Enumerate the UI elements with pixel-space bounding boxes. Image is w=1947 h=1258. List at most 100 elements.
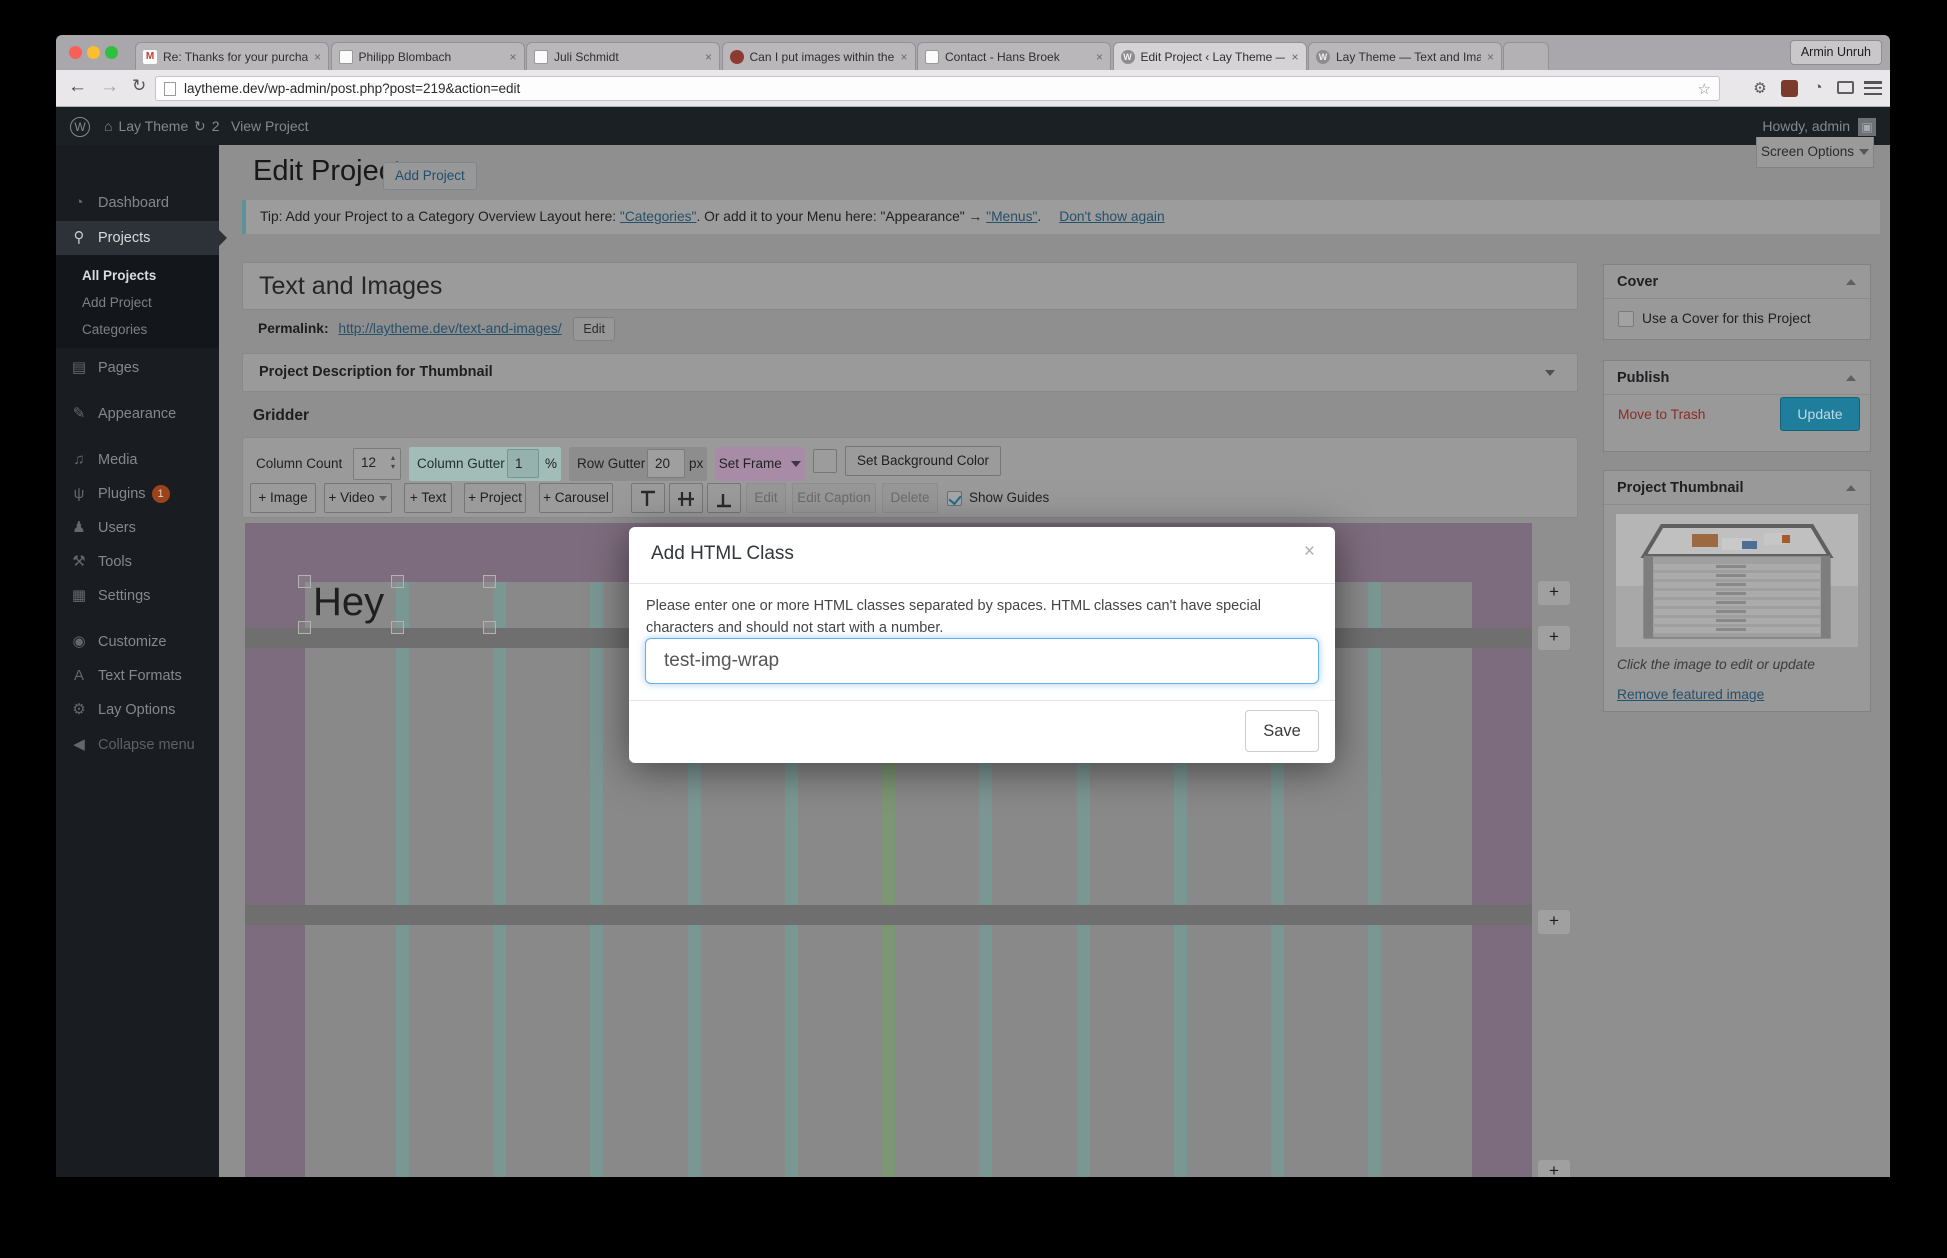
sidebar-item-add-project[interactable]: Add Project — [56, 288, 219, 318]
add-row-plus-button[interactable]: + — [1538, 626, 1570, 650]
description-panel-header[interactable]: Project Description for Thumbnail — [242, 353, 1578, 392]
forward-icon[interactable]: → — [100, 76, 119, 98]
permalink-edit-button[interactable]: Edit — [573, 317, 615, 341]
publish-panel-header[interactable]: Publish — [1604, 361, 1870, 395]
tab-close-icon[interactable]: × — [1487, 50, 1494, 64]
remove-featured-image-link[interactable]: Remove featured image — [1617, 687, 1764, 702]
update-button[interactable]: Update — [1780, 397, 1860, 431]
selected-text-element[interactable]: Hey — [305, 582, 490, 628]
browser-tab[interactable]: Can I put images within the× — [722, 42, 916, 70]
browser-profile-button[interactable]: Armin Unruh — [1790, 40, 1882, 65]
add-project-element-button[interactable]: + Project — [464, 483, 526, 513]
edit-button[interactable]: Edit — [746, 483, 786, 513]
project-title-input[interactable]: Text and Images — [242, 262, 1578, 310]
add-project-button[interactable]: Add Project — [383, 162, 477, 190]
browser-tab[interactable]: Juli Schmidt× — [526, 42, 720, 70]
column-gutter-input[interactable]: 1 — [507, 449, 539, 478]
gear-extension-icon[interactable]: ⚙ — [1749, 79, 1771, 97]
resize-handle[interactable] — [298, 621, 311, 634]
sidebar-item-pages[interactable]: ▤Pages — [56, 353, 219, 383]
permalink-link[interactable]: http://laytheme.dev/text-and-images/ — [338, 321, 561, 336]
dont-show-again-link[interactable]: Don't show again — [1059, 209, 1164, 224]
tab-close-icon[interactable]: × — [314, 50, 321, 64]
tab-close-icon[interactable]: × — [1096, 50, 1103, 64]
sidebar-item-projects[interactable]: ⚲Projects — [56, 221, 219, 255]
close-window-button[interactable] — [69, 46, 82, 59]
add-carousel-button[interactable]: + Carousel — [539, 483, 613, 513]
sidebar-item-dashboard[interactable]: ◔Dashboard — [56, 188, 219, 218]
cover-panel-header[interactable]: Cover — [1604, 265, 1870, 299]
use-cover-checkbox[interactable] — [1618, 311, 1634, 327]
resize-handle[interactable] — [483, 621, 496, 634]
delete-button[interactable]: Delete — [882, 483, 938, 513]
edit-caption-button[interactable]: Edit Caption — [792, 483, 876, 513]
chrome-menu-icon[interactable] — [1864, 81, 1882, 95]
resize-handle[interactable] — [391, 575, 404, 588]
add-row-plus-button[interactable]: + — [1538, 910, 1570, 934]
sidebar-item-appearance[interactable]: ✎Appearance — [56, 399, 219, 429]
back-icon[interactable]: ← — [68, 76, 87, 98]
tab-close-icon[interactable]: × — [705, 50, 712, 64]
browser-tab[interactable]: WEdit Project ‹ Lay Theme —× — [1113, 42, 1307, 70]
set-frame-button[interactable]: Set Frame — [715, 447, 805, 481]
reload-icon[interactable]: ↻ — [132, 76, 146, 96]
sidebar-item-lay-options[interactable]: ⚙Lay Options — [56, 695, 219, 725]
sidebar-item-collapse-menu[interactable]: ◀Collapse menu — [56, 730, 219, 760]
featured-image[interactable] — [1616, 514, 1858, 647]
admin-bar-site-name[interactable]: ⌂Lay Theme — [104, 107, 188, 145]
align-bottom-icon[interactable] — [707, 483, 741, 513]
tab-close-icon[interactable]: × — [509, 50, 516, 64]
close-icon[interactable]: × — [1304, 541, 1315, 563]
categories-link[interactable]: "Categories" — [620, 209, 697, 224]
row-gutter-input[interactable]: 20 — [647, 449, 685, 478]
add-row-plus-button[interactable]: + — [1538, 581, 1570, 605]
save-button[interactable]: Save — [1245, 710, 1319, 752]
add-text-button[interactable]: + Text — [404, 483, 452, 513]
text-element-content[interactable]: Hey — [313, 580, 384, 625]
sidebar-item-tools[interactable]: ⚒Tools — [56, 547, 219, 577]
url-text[interactable]: laytheme.dev/wp-admin/post.php?post=219&… — [184, 81, 1698, 96]
sidebar-item-categories[interactable]: Categories — [56, 315, 219, 345]
bookmark-star-icon[interactable]: ☆ — [1698, 80, 1711, 98]
set-background-color-button[interactable]: Set Background Color — [845, 446, 1001, 476]
column-count-stepper[interactable]: 12 ▴▾ — [353, 448, 401, 480]
browser-tab[interactable]: WLay Theme — Text and Ima× — [1308, 42, 1502, 70]
add-video-button[interactable]: + Video — [324, 483, 392, 513]
red-extension-icon[interactable] — [1781, 80, 1798, 97]
thumbnail-panel-header[interactable]: Project Thumbnail — [1604, 471, 1870, 505]
minimize-window-button[interactable] — [87, 46, 100, 59]
clock-extension-icon[interactable]: ◔ — [1807, 79, 1829, 96]
address-bar[interactable]: laytheme.dev/wp-admin/post.php?post=219&… — [155, 76, 1720, 101]
html-class-input[interactable]: test-img-wrap — [645, 638, 1319, 684]
browser-tab[interactable]: Philipp Blombach× — [331, 42, 525, 70]
browser-tab[interactable]: MRe: Thanks for your purcha× — [135, 42, 329, 70]
admin-bar-updates[interactable]: ↻2 — [194, 107, 220, 145]
stepper-arrows-icon[interactable]: ▴▾ — [391, 453, 395, 471]
align-middle-icon[interactable] — [669, 483, 703, 513]
sidebar-item-customize[interactable]: ◉Customize — [56, 627, 219, 657]
background-color-swatch[interactable] — [813, 449, 837, 473]
zoom-window-button[interactable] — [105, 46, 118, 59]
window-extension-icon[interactable] — [1837, 81, 1854, 94]
screen-options-button[interactable]: Screen Options — [1756, 137, 1874, 168]
sidebar-item-settings[interactable]: ▦Settings — [56, 581, 219, 611]
tab-close-icon[interactable]: × — [900, 50, 907, 64]
wp-logo-icon[interactable]: W — [70, 107, 90, 145]
align-top-icon[interactable] — [631, 483, 665, 513]
new-tab-button[interactable] — [1503, 42, 1549, 70]
menus-link[interactable]: "Menus" — [986, 209, 1037, 224]
sidebar-item-media[interactable]: ♫Media — [56, 445, 219, 475]
browser-tab[interactable]: Contact - Hans Broek× — [917, 42, 1111, 70]
tab-close-icon[interactable]: × — [1291, 50, 1298, 64]
show-guides-checkbox[interactable] — [947, 491, 962, 506]
resize-handle[interactable] — [391, 621, 404, 634]
sidebar-item-users[interactable]: ♟Users — [56, 513, 219, 543]
add-row-plus-button[interactable]: + — [1538, 1160, 1570, 1177]
resize-handle[interactable] — [298, 575, 311, 588]
move-to-trash-link[interactable]: Move to Trash — [1618, 407, 1705, 422]
admin-bar-view-project[interactable]: View Project — [231, 107, 309, 145]
sidebar-item-text-formats[interactable]: AText Formats — [56, 661, 219, 691]
add-image-button[interactable]: + Image — [250, 483, 316, 513]
resize-handle[interactable] — [483, 575, 496, 588]
sidebar-item-plugins[interactable]: ψPlugins1 — [56, 479, 219, 509]
